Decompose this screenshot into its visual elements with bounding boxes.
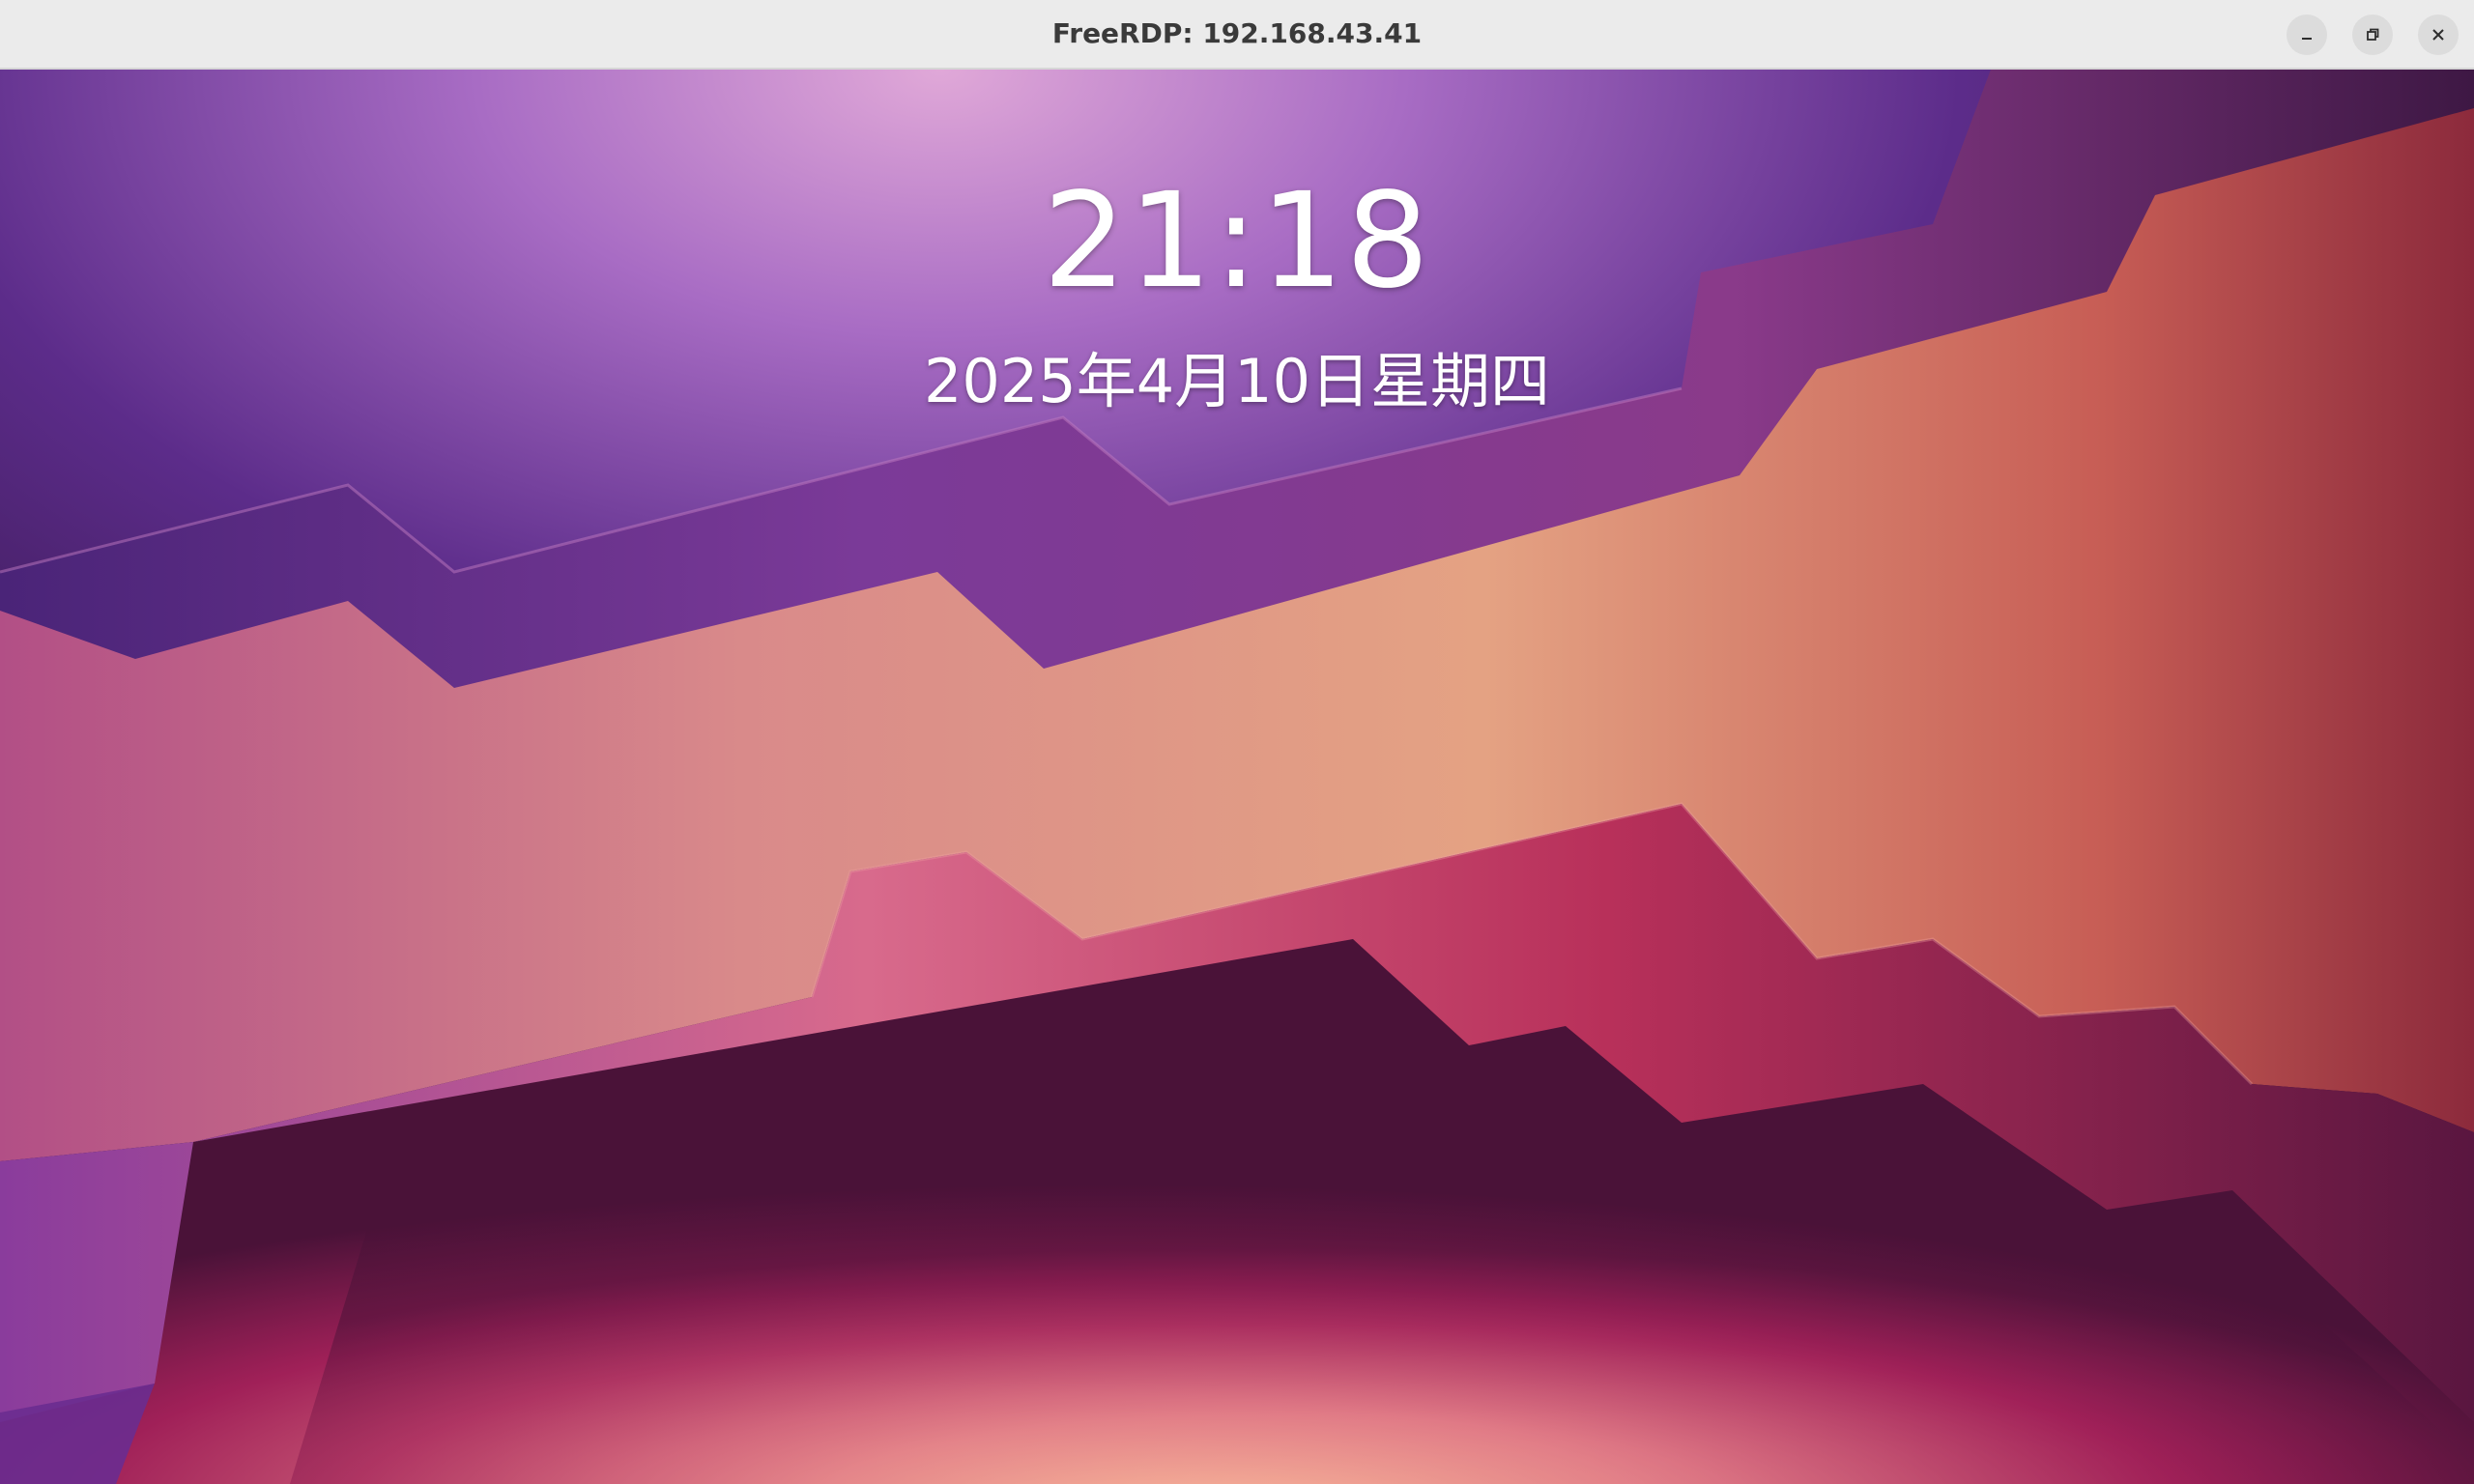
lock-screen-date: 2025年4月10日星期四 bbox=[923, 346, 1551, 416]
close-icon bbox=[2430, 26, 2447, 43]
maximize-button[interactable] bbox=[2352, 14, 2393, 55]
freerdp-window: FreeRDP: 192.168.43.41 21:18 2025年4月10日星… bbox=[0, 0, 2474, 1484]
window-title: FreeRDP: 192.168.43.41 bbox=[1051, 17, 1423, 49]
window-titlebar[interactable]: FreeRDP: 192.168.43.41 bbox=[0, 0, 2474, 70]
minimize-button[interactable] bbox=[2287, 14, 2327, 55]
close-button[interactable] bbox=[2418, 14, 2459, 55]
remote-desktop-lock-screen[interactable]: 21:18 2025年4月10日星期四 bbox=[0, 70, 2474, 1484]
restore-icon bbox=[2364, 26, 2381, 43]
minimize-icon bbox=[2298, 26, 2316, 43]
lock-screen-clock: 21:18 bbox=[1043, 165, 1431, 318]
